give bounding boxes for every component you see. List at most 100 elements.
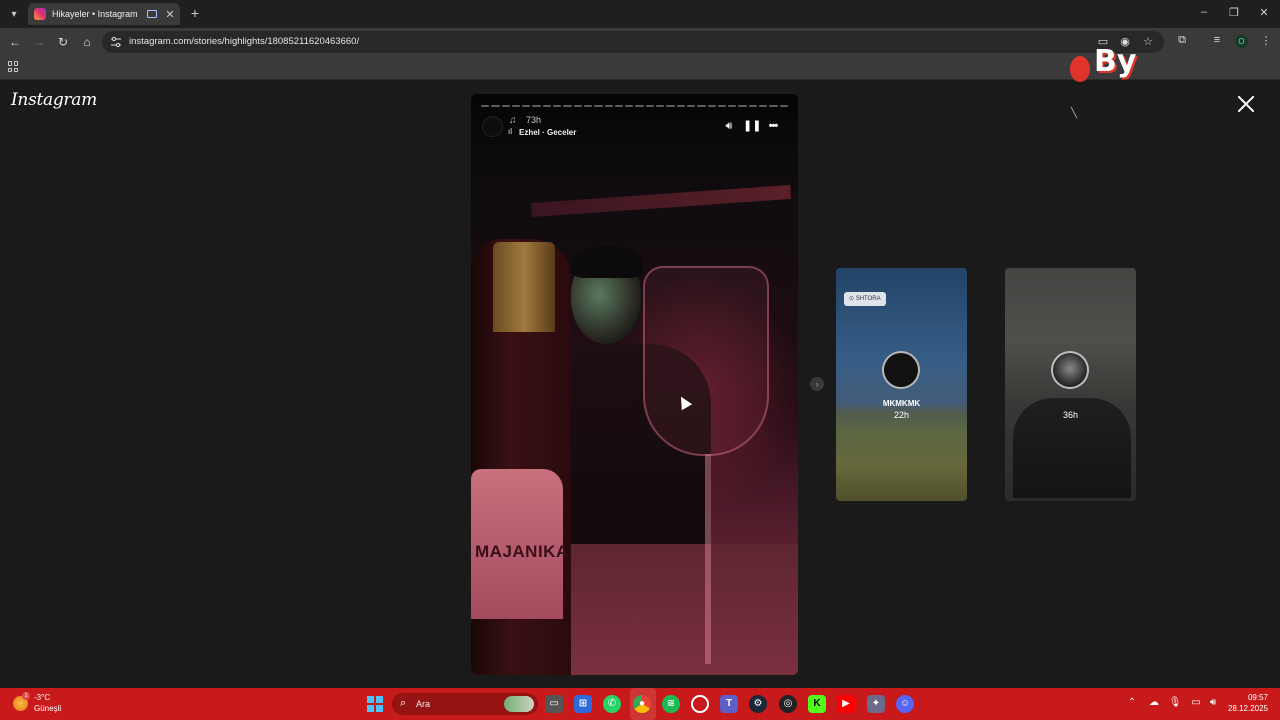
weather-temperature[interactable]: -3°C <box>34 693 50 702</box>
network-icon[interactable]: ▭ <box>1189 697 1203 708</box>
cursor-trace-icon: ╲ <box>1071 108 1078 119</box>
active-story[interactable]: MAJANIKA ♫ 73h ıl Ezhel · Geceler 🔊︎ ❚❚ … <box>471 94 798 675</box>
home-icon[interactable]: ⌂ <box>79 34 95 50</box>
search-highlight-art <box>504 696 534 712</box>
new-tab-icon[interactable]: + <box>188 5 202 21</box>
progress-segment <box>666 105 675 107</box>
progress-segment <box>573 105 582 107</box>
bookmark-star-icon[interactable]: ☆ <box>1141 35 1155 48</box>
progress-segment <box>625 105 634 107</box>
progress-segment <box>522 105 531 107</box>
discord-icon[interactable]: ☺ <box>896 695 914 713</box>
tray-overflow-chevron-icon[interactable]: ⌃ <box>1125 697 1139 708</box>
steam-icon[interactable]: ⚙ <box>749 695 767 713</box>
window-close-icon[interactable]: ✕ <box>1257 6 1271 19</box>
file-explorer-icon[interactable]: ▭ <box>545 695 563 713</box>
progress-segment <box>645 105 655 107</box>
profile-avatar[interactable]: O <box>1235 35 1248 48</box>
whatsapp-icon[interactable]: ✆ <box>603 695 621 713</box>
preview-username: MKMKMK <box>882 399 921 408</box>
volume-icon[interactable]: 🔊︎ <box>722 119 736 133</box>
story-song[interactable]: Ezhel · Geceler <box>519 128 576 137</box>
github-icon[interactable]: ◎ <box>779 695 797 713</box>
tab-search-icon[interactable]: ▾ <box>5 5 23 23</box>
progress-segment <box>769 105 778 107</box>
pause-icon[interactable]: ❚❚ <box>743 119 761 133</box>
progress-segment <box>553 105 562 107</box>
progress-segment <box>563 105 572 107</box>
apps-grid-icon[interactable] <box>8 61 19 72</box>
progress-segment <box>759 105 768 107</box>
taskbar-search[interactable]: ⌕ Ara <box>392 693 538 715</box>
story-avatar[interactable] <box>482 116 503 137</box>
start-windows-icon[interactable] <box>367 696 383 712</box>
preview-timestamp: 36h <box>1062 410 1079 420</box>
clock-time[interactable]: 09:57 <box>1244 693 1268 702</box>
story-pergola <box>530 184 792 218</box>
location-tag-text: SHTORA <box>855 296 881 302</box>
tab-title: Hikayeler • Instagram <box>52 9 138 19</box>
browser-tab[interactable]: Hikayeler • Instagram ✕ <box>28 3 180 25</box>
next-story-chevron-icon[interactable]: › <box>810 377 824 391</box>
weather-description[interactable]: Güneşli <box>34 704 61 713</box>
preview-avatar <box>882 351 920 389</box>
progress-segment <box>491 105 500 107</box>
story-glass-stem <box>705 454 711 664</box>
progress-segment <box>738 105 747 107</box>
kick-icon[interactable]: K <box>808 695 826 713</box>
bottle-label-text: MAJANIKA <box>475 542 569 561</box>
tab-close-icon[interactable]: ✕ <box>164 8 176 21</box>
chrome-icon[interactable]: ● <box>633 695 651 713</box>
speaker-icon[interactable]: 🔊︎ <box>1206 697 1220 708</box>
story-person-hair <box>571 246 643 278</box>
minimize-icon[interactable]: – <box>1197 6 1211 18</box>
forward-icon[interactable]: → <box>31 34 47 50</box>
media-cast-icon[interactable] <box>147 10 157 18</box>
progress-segment <box>686 105 696 107</box>
equalizer-icon: ıl <box>508 127 512 136</box>
watermark-text: By <box>1094 44 1137 79</box>
instagram-logo[interactable]: Instagram <box>11 90 97 110</box>
site-settings-icon[interactable] <box>110 36 122 48</box>
youtube-icon[interactable]: ▶ <box>837 695 855 713</box>
address-bar[interactable]: instagram.com/stories/highlights/1808521… <box>102 31 1164 53</box>
progress-segment <box>511 105 521 107</box>
progress-segment <box>728 105 737 107</box>
progress-segment <box>707 105 716 107</box>
back-icon[interactable]: ← <box>7 34 23 50</box>
media-queue-icon[interactable]: ≡ <box>1210 34 1224 46</box>
spotify-icon[interactable]: ≋ <box>662 695 680 713</box>
more-icon[interactable]: ••• <box>766 119 780 133</box>
windows-taskbar: 1 -3°C Güneşli ⌕ Ara ▭ ⊞ ✆ ● ≋ T ⚙ ◎ K ▶… <box>0 688 1280 720</box>
progress-segment <box>604 105 613 107</box>
story-progress-bar <box>481 105 788 107</box>
music-note-icon: ♫ <box>509 115 517 126</box>
extensions-icon[interactable]: ⧉ <box>1175 34 1189 47</box>
close-stories-icon[interactable] <box>1236 94 1256 114</box>
clock-date[interactable]: 28.12.2025 <box>1226 704 1268 713</box>
settings-icon[interactable]: ✦ <box>867 695 885 713</box>
story-wine-glass <box>643 266 769 456</box>
story-timestamp: 73h <box>526 115 542 125</box>
progress-segment <box>697 105 706 107</box>
progress-segment <box>748 105 758 107</box>
instagram-stories-page: Instagram ╲ MAJANIKA ♫ 73h ıl Ezhel · Ge… <box>0 81 1280 688</box>
progress-segment <box>656 105 665 107</box>
preview-timestamp: 22h <box>893 410 910 420</box>
microphone-icon[interactable]: 🎙︎ <box>1168 697 1182 708</box>
next-story-preview[interactable]: 36h <box>1005 268 1136 501</box>
restore-icon[interactable]: ❐ <box>1227 6 1241 19</box>
cloud-icon[interactable]: ☁ <box>1147 697 1161 708</box>
next-story-preview[interactable]: ⊙ SHTORA MKMKMK 22h <box>836 268 967 501</box>
progress-segment <box>594 105 603 107</box>
menu-kebab-icon[interactable]: ⋮ <box>1259 34 1273 47</box>
progress-segment <box>542 105 552 107</box>
instagram-favicon-icon <box>34 8 46 20</box>
cortana-icon[interactable] <box>691 695 709 713</box>
reload-icon[interactable]: ↻ <box>55 34 71 50</box>
weather-notification-badge: 1 <box>22 692 30 700</box>
progress-segment <box>532 105 541 107</box>
microsoft-store-icon[interactable]: ⊞ <box>574 695 592 713</box>
by-watermark: By <box>1070 44 1138 84</box>
teams-icon[interactable]: T <box>720 695 738 713</box>
